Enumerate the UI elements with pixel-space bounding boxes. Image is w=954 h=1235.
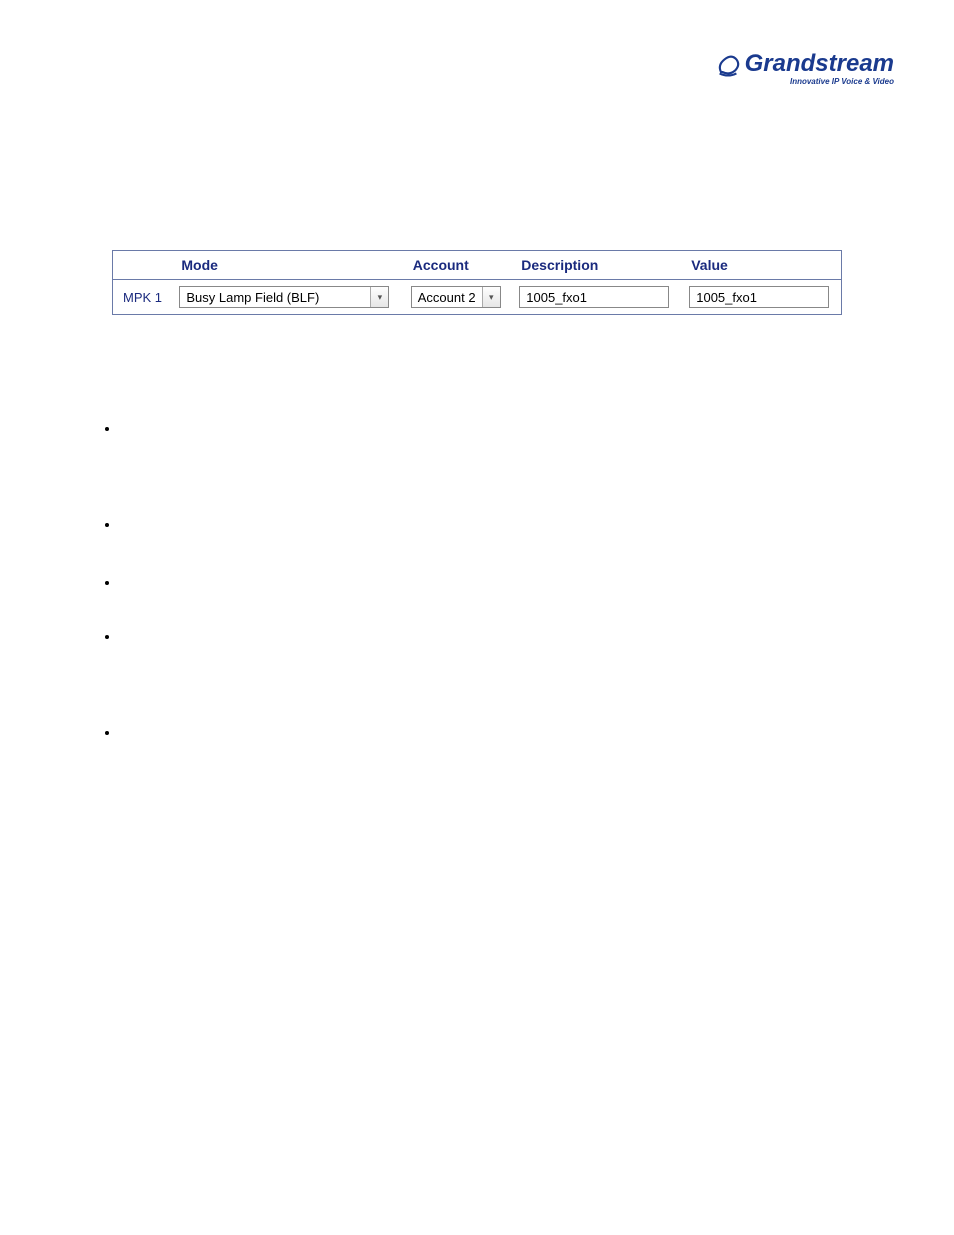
bullet-list <box>120 420 124 782</box>
description-input[interactable] <box>519 286 669 308</box>
account-select[interactable]: Account 2 ▾ <box>411 286 501 308</box>
mode-select-value: Busy Lamp Field (BLF) <box>180 288 370 307</box>
logo-mark-icon <box>714 51 742 79</box>
chevron-down-icon: ▾ <box>482 287 500 307</box>
mode-select[interactable]: Busy Lamp Field (BLF) ▾ <box>179 286 389 308</box>
header-description: Description <box>511 251 681 280</box>
header-account: Account <box>403 251 512 280</box>
row-label: MPK 1 <box>113 280 172 315</box>
table-header-row: Mode Account Description Value <box>113 251 842 280</box>
account-select-value: Account 2 <box>412 288 482 307</box>
table-row: MPK 1 Busy Lamp Field (BLF) ▾ Account 2 … <box>113 280 842 315</box>
header-blank <box>113 251 172 280</box>
header-mode: Mode <box>171 251 402 280</box>
list-item <box>120 628 124 632</box>
list-item <box>120 516 124 520</box>
header-value: Value <box>681 251 841 280</box>
value-input[interactable] <box>689 286 829 308</box>
chevron-down-icon: ▾ <box>370 287 388 307</box>
list-item <box>120 420 124 424</box>
list-item <box>120 724 124 728</box>
mpk-config-table: Mode Account Description Value MPK 1 Bus… <box>112 250 842 315</box>
logo: Grandstream Innovative IP Voice & Video <box>714 50 894 86</box>
list-item <box>120 574 124 578</box>
logo-brand: Grandstream <box>745 50 894 77</box>
